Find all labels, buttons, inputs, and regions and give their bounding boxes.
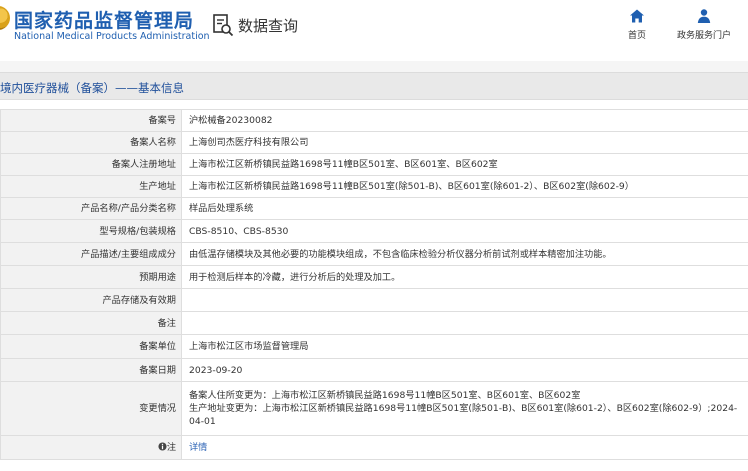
row-value: 2023-09-20 xyxy=(181,358,748,382)
table-row: 注 详情 xyxy=(0,435,748,460)
row-value: 由低温存储模块及其他必要的功能模块组成，不包含临床检验分析仪器分析前试剂或样本精… xyxy=(181,242,748,266)
header-divider-band xyxy=(0,61,748,72)
table-row: 备案号 沪松械备20230082 xyxy=(0,109,748,132)
table-row: 预期用途 用于检测后样本的冷藏，进行分析后的处理及加工。 xyxy=(0,265,748,289)
table-row: 变更情况 备案人住所变更为：上海市松江区新桥镇民益路1698号11幢B区501室… xyxy=(0,381,748,436)
row-value: 样品后处理系统 xyxy=(181,197,748,220)
row-value: 沪松械备20230082 xyxy=(181,109,748,132)
nav-service-portal[interactable]: 政务服务门户 xyxy=(664,8,744,41)
record-info-table: 备案号 沪松械备20230082 备案人名称 上海创司杰医疗科技有限公司 备案人… xyxy=(0,109,748,460)
row-value: 用于检测后样本的冷藏，进行分析后的处理及加工。 xyxy=(181,265,748,289)
site-header: 国家药品监督管理局 National Medical Products Admi… xyxy=(0,0,748,60)
user-icon xyxy=(696,8,712,24)
table-row: 产品描述/主要组成成分 由低温存储模块及其他必要的功能模块组成，不包含临床检验分… xyxy=(0,242,748,266)
row-value xyxy=(181,311,748,335)
row-label: 产品描述/主要组成成分 xyxy=(0,242,182,266)
table-row: 产品存储及有效期 xyxy=(0,288,748,312)
row-label: 备案日期 xyxy=(0,358,182,382)
table-row: 备案人注册地址 上海市松江区新桥镇民益路1698号11幢B区501室、B区601… xyxy=(0,153,748,176)
row-label: 注 xyxy=(0,435,182,460)
row-label: 生产地址 xyxy=(0,175,182,198)
row-label: 备案人名称 xyxy=(0,131,182,154)
row-label: 备案号 xyxy=(0,109,182,132)
row-value: CBS-8510、CBS-8530 xyxy=(181,219,748,243)
info-icon xyxy=(158,442,167,451)
details-link[interactable]: 详情 xyxy=(189,442,207,453)
table-row: 型号规格/包装规格 CBS-8510、CBS-8530 xyxy=(0,219,748,243)
note-label: 注 xyxy=(166,442,176,453)
row-label: 型号规格/包装规格 xyxy=(0,219,182,243)
row-value: 上海市松江区新桥镇民益路1698号11幢B区501室(除501-B)、B区601… xyxy=(181,175,748,198)
nmpa-emblem-icon xyxy=(0,6,10,30)
table-row: 备案单位 上海市松江区市场监督管理局 xyxy=(0,334,748,359)
document-search-icon xyxy=(212,13,234,37)
row-value: 备案人住所变更为：上海市松江区新桥镇民益路1698号11幢B区501室、B区60… xyxy=(181,381,748,436)
table-row: 备案日期 2023-09-20 xyxy=(0,358,748,382)
row-label: 备案单位 xyxy=(0,334,182,359)
row-label: 预期用途 xyxy=(0,265,182,289)
table-row: 产品名称/产品分类名称 样品后处理系统 xyxy=(0,197,748,220)
section-header: 境内医疗器械（备案）——基本信息 xyxy=(0,72,748,100)
row-value: 上海市松江区新桥镇民益路1698号11幢B区501室、B区601室、B区602室 xyxy=(181,153,748,176)
data-query-heading: 数据查询 xyxy=(212,12,298,38)
row-label: 备案人注册地址 xyxy=(0,153,182,176)
row-value xyxy=(181,288,748,312)
table-row: 备案人名称 上海创司杰医疗科技有限公司 xyxy=(0,131,748,154)
row-label: 备注 xyxy=(0,311,182,335)
row-label: 变更情况 xyxy=(0,381,182,436)
row-value: 上海创司杰医疗科技有限公司 xyxy=(181,131,748,154)
logo-title-en[interactable]: National Medical Products Administration xyxy=(14,31,210,42)
section-title: 境内医疗器械（备案）——基本信息 xyxy=(0,81,184,95)
row-label: 产品存储及有效期 xyxy=(0,288,182,312)
logo-title-cn[interactable]: 国家药品监督管理局 xyxy=(14,6,194,33)
data-query-label: 数据查询 xyxy=(238,16,299,35)
row-label: 产品名称/产品分类名称 xyxy=(0,197,182,220)
row-value: 上海市松江区市场监督管理局 xyxy=(181,334,748,359)
home-icon xyxy=(629,8,645,24)
nav-home-label: 首页 xyxy=(627,31,646,41)
nav-service-label: 政务服务门户 xyxy=(676,31,731,41)
table-row: 生产地址 上海市松江区新桥镇民益路1698号11幢B区501室(除501-B)、… xyxy=(0,175,748,198)
table-row: 备注 xyxy=(0,311,748,335)
row-value: 详情 xyxy=(181,435,748,460)
